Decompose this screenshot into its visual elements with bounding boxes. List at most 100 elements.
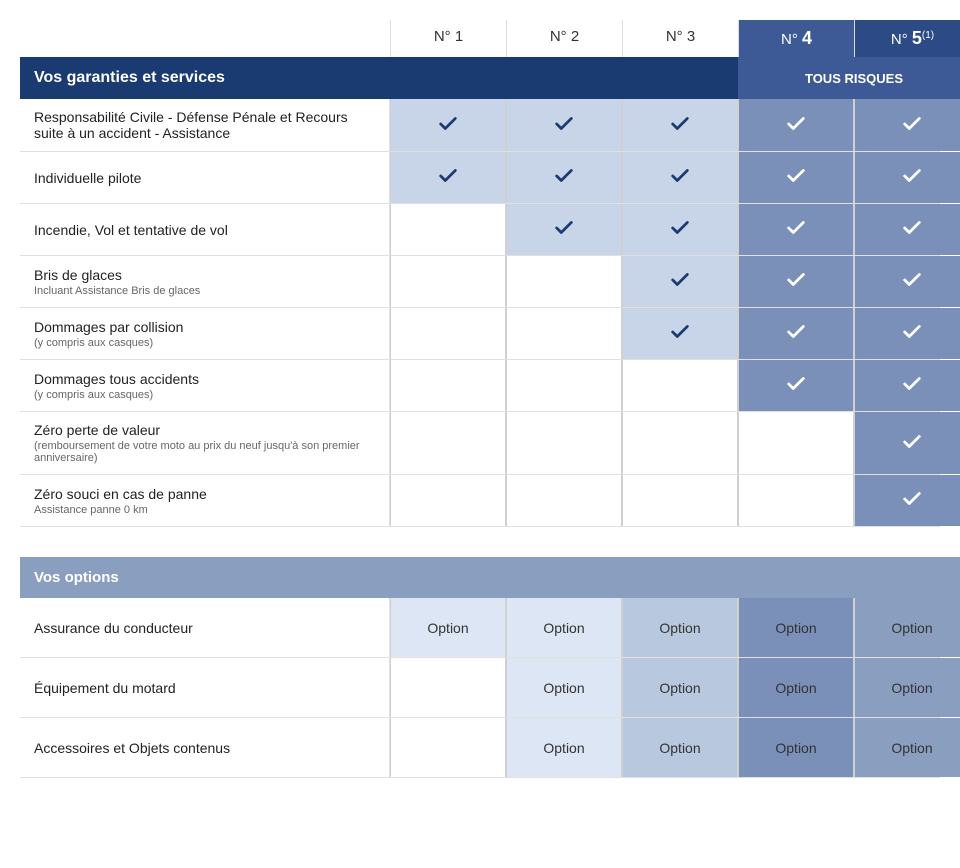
feature-cell — [506, 360, 622, 411]
feature-label: Zéro souci en cas de panneAssistance pan… — [20, 475, 390, 526]
option-rows: Assurance du conducteur Option Option Optio… — [20, 598, 940, 778]
feature-row: Bris de glaces Incluant Assistance Bris d… — [20, 256, 940, 308]
option-cell: Option — [506, 718, 622, 777]
col-prefix-2: N° — [550, 28, 571, 45]
col-number-5: 5 — [912, 28, 922, 48]
option-label: Équipement du motard — [20, 658, 390, 717]
feature-label: Zéro perte de valeur(remboursement de vo… — [20, 412, 390, 474]
feature-cell — [738, 308, 854, 359]
feature-main-text: Zéro perte de valeur — [34, 422, 375, 438]
option-cell: Option — [506, 598, 622, 657]
option-text: Option — [775, 620, 816, 636]
feature-cell — [390, 412, 506, 474]
check-icon — [901, 112, 923, 139]
feature-cell — [854, 204, 960, 255]
check-icon — [901, 487, 923, 514]
option-cell: Option — [506, 658, 622, 717]
option-label: Assurance du conducteur — [20, 598, 390, 657]
feature-main-text: Incendie, Vol et tentative de vol — [34, 222, 375, 238]
col-number-1: 1 — [455, 28, 463, 45]
options-section-title: Vos options — [20, 557, 960, 598]
feature-cell — [622, 475, 738, 526]
feature-row: Zéro souci en cas de panneAssistance pan… — [20, 475, 940, 527]
option-cell — [390, 718, 506, 777]
feature-label: Incendie, Vol et tentative de vol — [20, 204, 390, 255]
feature-cell — [506, 412, 622, 474]
feature-cell — [622, 412, 738, 474]
feature-cell — [738, 152, 854, 203]
header-empty — [20, 20, 390, 57]
option-text: Option — [659, 740, 700, 756]
option-text: Option — [543, 680, 584, 696]
option-cell — [390, 658, 506, 717]
feature-cell — [622, 308, 738, 359]
option-cell: Option — [622, 658, 738, 717]
feature-row: Responsabilité Civile - Défense Pénale e… — [20, 99, 940, 152]
option-cell: Option — [854, 598, 960, 657]
option-cell: Option — [854, 718, 960, 777]
feature-sub-text: Incluant Assistance Bris de glaces — [34, 285, 375, 297]
feature-label: Responsabilité Civile - Défense Pénale e… — [20, 99, 390, 151]
check-icon — [553, 164, 575, 191]
feature-cell — [622, 99, 738, 151]
col-number-2: 2 — [571, 28, 579, 45]
feature-row: Dommages par collision(y compris aux cas… — [20, 308, 940, 360]
check-icon — [669, 112, 691, 139]
col-number-3: 3 — [687, 28, 695, 45]
check-icon — [553, 112, 575, 139]
feature-label: Bris de glaces Incluant Assistance Bris d… — [20, 256, 390, 307]
feature-main-text: Dommages tous accidents — [34, 371, 375, 387]
feature-cell — [738, 99, 854, 151]
check-icon — [669, 268, 691, 295]
check-icon — [785, 268, 807, 295]
guarantees-section-title: Vos garanties et services — [20, 57, 738, 99]
check-icon — [669, 320, 691, 347]
section-title-row: Vos garanties et services TOUS RISQUES — [20, 57, 940, 99]
check-icon — [901, 320, 923, 347]
feature-cell — [390, 256, 506, 307]
option-text: Option — [427, 620, 468, 636]
feature-cell — [854, 99, 960, 151]
feature-cell — [622, 360, 738, 411]
feature-cell — [506, 99, 622, 151]
check-icon — [785, 164, 807, 191]
col-header-2: N° 2 — [506, 20, 622, 57]
feature-row: Incendie, Vol et tentative de vol — [20, 204, 940, 256]
check-icon — [437, 164, 459, 191]
feature-cell — [390, 99, 506, 151]
option-row: Assurance du conducteur Option Option Optio… — [20, 598, 940, 658]
feature-cell — [622, 204, 738, 255]
feature-main-text: Individuelle pilote — [34, 170, 375, 186]
feature-cell — [854, 152, 960, 203]
feature-main-text: Dommages par collision — [34, 319, 375, 335]
feature-cell — [738, 412, 854, 474]
option-label: Accessoires et Objets contenus — [20, 718, 390, 777]
option-text: Option — [891, 620, 932, 636]
feature-sub-text: (y compris aux casques) — [34, 389, 375, 401]
option-text: Option — [775, 680, 816, 696]
feature-cell — [854, 360, 960, 411]
feature-cell — [738, 256, 854, 307]
col-prefix-3: N° — [666, 28, 687, 45]
col-header-5: N° 5(1) — [854, 20, 960, 57]
option-text: Option — [543, 620, 584, 636]
option-text: Option — [543, 740, 584, 756]
feature-cell — [622, 152, 738, 203]
option-cell: Option — [738, 598, 854, 657]
col-headers-row: N° 1 N° 2 N° 3 N° 4 N° 5(1) — [20, 20, 940, 57]
feature-cell — [390, 475, 506, 526]
feature-cell — [506, 152, 622, 203]
option-text: Option — [891, 740, 932, 756]
option-cell: Option — [738, 658, 854, 717]
feature-label: Individuelle pilote — [20, 152, 390, 203]
check-icon — [901, 268, 923, 295]
feature-cell — [854, 475, 960, 526]
check-icon — [901, 216, 923, 243]
col-prefix-5: N° — [891, 31, 912, 48]
feature-cell — [390, 204, 506, 255]
feature-cell — [854, 256, 960, 307]
check-icon — [553, 216, 575, 243]
feature-main-text: Bris de glaces — [34, 267, 375, 283]
feature-row: Individuelle pilote — [20, 152, 940, 204]
option-cell: Option — [854, 658, 960, 717]
